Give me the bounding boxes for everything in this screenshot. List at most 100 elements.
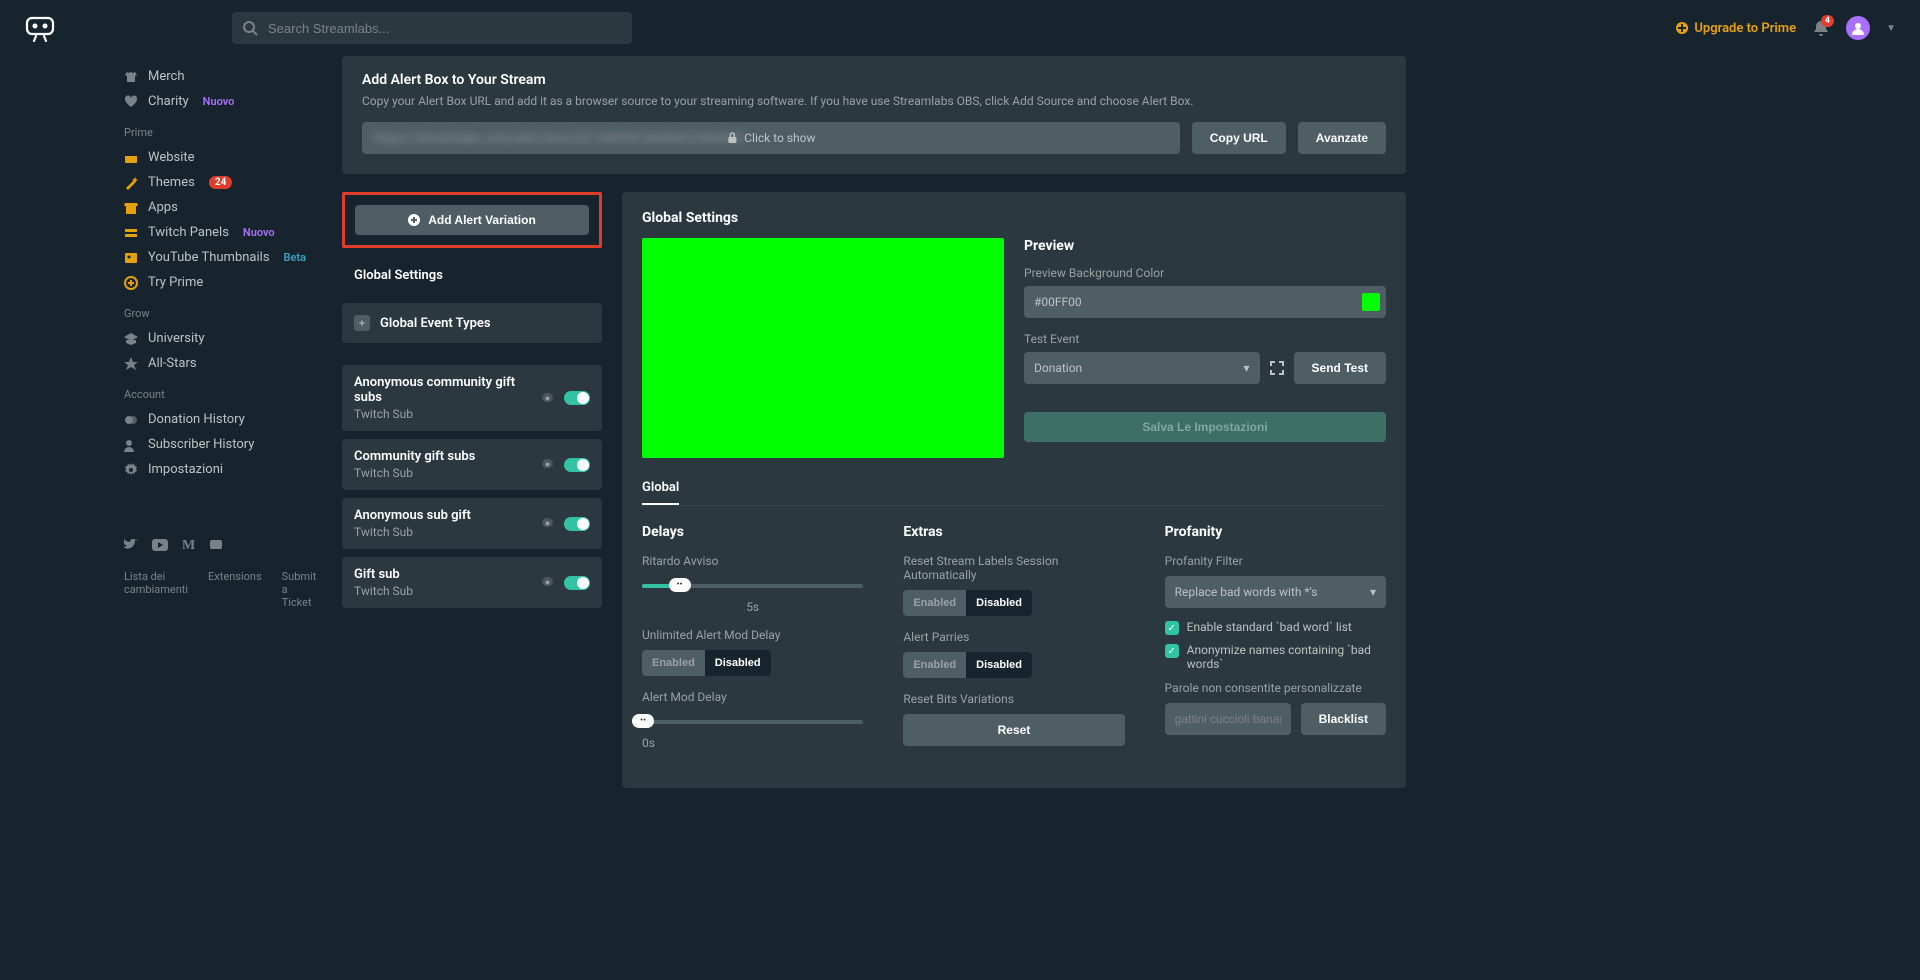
sidebar-item-website[interactable]: Website [124,145,320,170]
tab-global[interactable]: Global [642,480,679,505]
sidebar-item-subscriber-history[interactable]: Subscriber History [124,432,320,457]
gear-icon[interactable] [541,517,554,530]
reset-labels-label: Reset Stream Labels Session Automaticall… [903,554,1124,582]
global-settings-item[interactable]: Global Settings [342,256,602,295]
toggle-switch[interactable] [564,391,590,405]
sidebar-item-label: All-Stars [148,356,197,371]
sidebar-item-all-stars[interactable]: All-Stars [124,351,320,376]
add-alert-variation-button[interactable]: Add Alert Variation [355,205,589,235]
ritardo-slider[interactable]: •• [642,576,863,596]
footer-link-ticket[interactable]: Submit a Ticket [282,570,317,609]
chevron-down-icon[interactable]: ▼ [1886,23,1896,34]
fullscreen-icon[interactable] [1270,361,1284,375]
variation-subtitle: Twitch Sub [354,466,541,480]
parries-label: Alert Parries [903,630,1124,644]
notifications-button[interactable]: 4 [1812,19,1830,37]
sidebar-item-try-prime[interactable]: Try Prime [124,270,320,295]
footer-link-extensions[interactable]: Extensions [208,570,262,609]
reset-button[interactable]: Reset [903,714,1124,746]
test-event-select[interactable]: Donation ▾ [1024,352,1260,384]
image-icon [124,251,138,265]
global-event-types-label: Global Event Types [380,316,491,331]
extras-heading: Extras [903,524,1124,540]
wand-icon [124,176,138,190]
nuovo-badge: Nuovo [243,226,275,239]
checkbox-anonymize[interactable]: ✓ Anonymize names containing `bad words` [1165,643,1386,671]
send-test-button[interactable]: Send Test [1294,352,1386,384]
global-settings-label: Global Settings [354,268,443,283]
search-input[interactable] [232,12,632,44]
variation-item[interactable]: Anonymous community gift subs Twitch Sub [342,365,602,431]
sidebar-item-themes[interactable]: Themes 24 [124,170,320,195]
bg-color-input[interactable]: #00FF00 [1024,286,1386,318]
youtube-icon[interactable] [152,538,168,554]
logo[interactable] [24,14,56,42]
disabled-option[interactable]: Disabled [705,650,771,676]
alert-box-info-card: Add Alert Box to Your Stream Copy your A… [342,56,1406,174]
checkbox-label: Anonymize names containing `bad words` [1187,643,1386,671]
gear-icon[interactable] [541,576,554,589]
profanity-heading: Profanity [1165,524,1386,540]
checkbox-standard-list[interactable]: ✓ Enable standard `bad word` list [1165,620,1386,635]
sidebar-item-charity[interactable]: Charity Nuovo [124,89,320,114]
ritardo-value: 5s [642,600,863,614]
test-event-label: Test Event [1024,332,1386,346]
sidebar-item-label: Impostazioni [148,462,223,477]
variation-item[interactable]: Gift sub Twitch Sub [342,557,602,608]
upgrade-to-prime-link[interactable]: Upgrade to Prime [1676,21,1796,36]
expand-icon: + [354,315,370,331]
toggle-switch[interactable] [564,458,590,472]
medium-icon[interactable]: M [182,538,195,554]
save-settings-button[interactable]: Salva Le Impostazioni [1024,412,1386,442]
enabled-option[interactable]: Enabled [903,652,966,678]
checkbox-label: Enable standard `bad word` list [1187,620,1352,634]
sidebar-item-donation-history[interactable]: Donation History [124,407,320,432]
checkbox-icon: ✓ [1165,621,1179,635]
gear-icon[interactable] [541,458,554,471]
checkbox-icon: ✓ [1165,644,1179,658]
toggle-switch[interactable] [564,517,590,531]
gear-icon[interactable] [541,392,554,405]
sidebar-item-label: Charity [148,94,189,109]
variation-item[interactable]: Community gift subs Twitch Sub [342,439,602,490]
alert-preview [642,238,1004,458]
store-icon [124,201,138,215]
profanity-filter-select[interactable]: Replace bad words with *'s ▾ [1165,576,1386,608]
disabled-option[interactable]: Disabled [966,590,1032,616]
variation-item[interactable]: Anonymous sub gift Twitch Sub [342,498,602,549]
sidebar-item-twitch-panels[interactable]: Twitch Panels Nuovo [124,220,320,245]
upgrade-label: Upgrade to Prime [1694,21,1796,36]
notification-count-badge: 4 [1821,15,1834,27]
variation-title: Anonymous community gift subs [354,375,541,405]
sidebar-item-university[interactable]: University [124,326,320,351]
enabled-option[interactable]: Enabled [903,590,966,616]
reset-bits-label: Reset Bits Variations [903,692,1124,706]
beta-badge: Beta [284,251,307,264]
color-swatch[interactable] [1362,293,1380,311]
sidebar-item-apps[interactable]: Apps [124,195,320,220]
sidebar-item-youtube-thumbnails[interactable]: YouTube Thumbnails Beta [124,245,320,270]
discord-icon[interactable] [209,538,223,554]
twitter-icon[interactable] [124,538,138,554]
avatar[interactable] [1846,16,1870,40]
mod-delay-slider[interactable]: •• [632,712,863,732]
enabled-option[interactable]: Enabled [642,650,705,676]
alert-url-box[interactable]: https://streamlabs.com/alert-box/v3/1A8F… [362,122,1180,154]
toggle-switch[interactable] [564,576,590,590]
info-card-desc: Copy your Alert Box URL and add it as a … [362,94,1386,108]
unlimited-label: Unlimited Alert Mod Delay [642,628,863,642]
disabled-option[interactable]: Disabled [966,652,1032,678]
custom-words-input[interactable] [1165,703,1291,735]
advanced-button[interactable]: Avanzate [1298,122,1386,154]
reset-labels-toggle-group: Enabled Disabled [903,590,1032,616]
global-event-types-item[interactable]: + Global Event Types [342,303,602,343]
delays-heading: Delays [642,524,863,540]
variation-title: Gift sub [354,567,541,582]
slider-thumb[interactable]: •• [669,578,691,592]
slider-thumb[interactable]: •• [632,714,654,728]
footer-link-changelog[interactable]: Lista dei cambiamenti [124,570,188,609]
sidebar-item-merch[interactable]: Merch [124,64,320,89]
sidebar-item-settings[interactable]: Impostazioni [124,457,320,482]
copy-url-button[interactable]: Copy URL [1192,122,1286,154]
blacklist-button[interactable]: Blacklist [1301,703,1386,735]
